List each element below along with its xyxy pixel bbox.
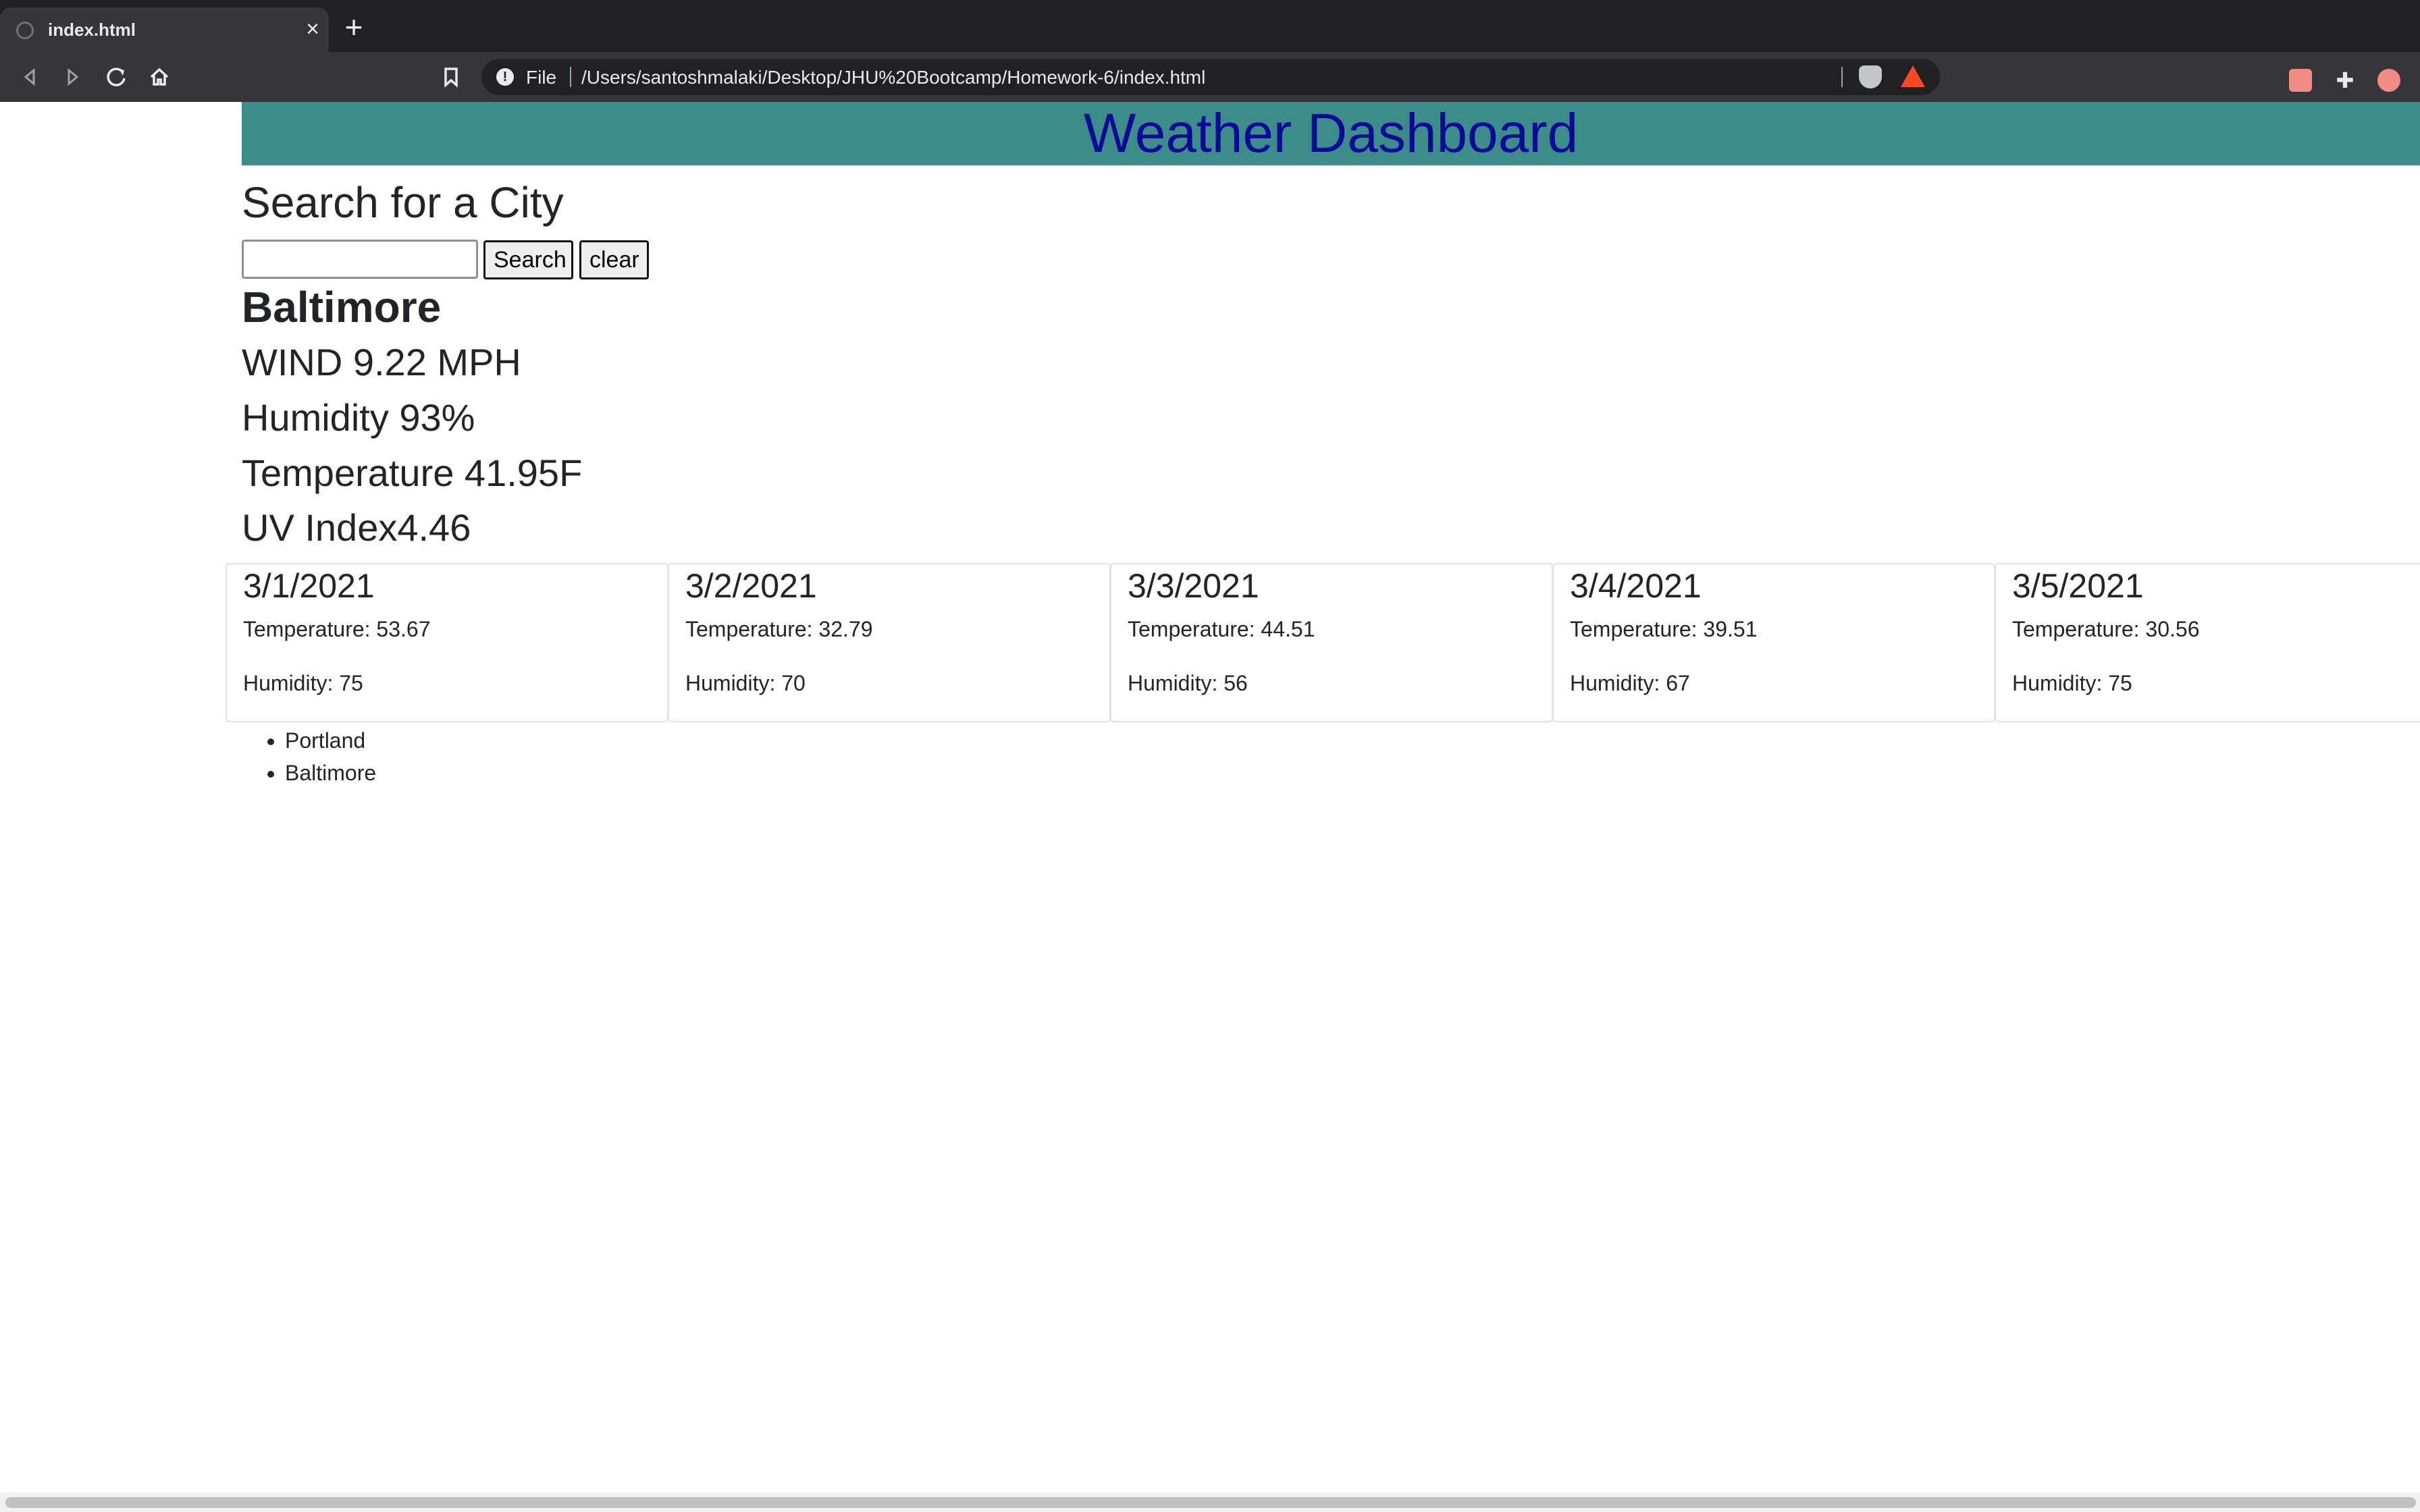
scrollbar-thumb[interactable] — [5, 1497, 2416, 1508]
current-wind: WIND 9.22 MPH — [242, 341, 521, 383]
forecast-date: 3/5/2021 — [2012, 567, 2144, 605]
globe-icon — [16, 22, 34, 39]
forecast-humidity: Humidity: 67 — [1570, 671, 1690, 695]
brave-shield-icon[interactable] — [1859, 65, 1882, 88]
search-button[interactable]: Search — [483, 240, 573, 279]
current-city-name: Baltimore — [242, 283, 442, 331]
forecast-card: 3/1/2021 Temperature: 53.67 Humidity: 75 — [226, 563, 668, 722]
forecast-humidity: Humidity: 75 — [243, 671, 363, 695]
url-scheme-label: File — [526, 67, 557, 88]
new-tab-button[interactable]: + — [342, 11, 366, 43]
five-day-forecast: 3/1/2021 Temperature: 53.67 Humidity: 75… — [226, 563, 2420, 722]
brave-rewards-icon[interactable] — [1901, 65, 1925, 87]
city-search-input[interactable] — [242, 240, 478, 279]
browser-tab[interactable]: index.html × — [0, 7, 329, 52]
forecast-card: 3/3/2021 Temperature: 44.51 Humidity: 56 — [1110, 563, 1553, 722]
info-icon[interactable]: ! — [496, 68, 514, 86]
forecast-temperature: Temperature: 30.56 — [2012, 617, 2200, 641]
url-text[interactable]: /Users/santoshmalaki/Desktop/JHU%20Bootc… — [581, 67, 1205, 88]
clear-button[interactable]: clear — [579, 240, 649, 279]
current-temperature: Temperature 41.95F — [242, 452, 583, 494]
horizontal-scrollbar[interactable] — [0, 1492, 2420, 1512]
browser-toolbar: ! File /Users/santoshmalaki/Desktop/JHU%… — [0, 52, 2420, 102]
forward-arrow-icon[interactable] — [58, 62, 88, 92]
reload-icon[interactable] — [101, 62, 131, 92]
forecast-card: 3/5/2021 Temperature: 30.56 Humidity: 75 — [1995, 563, 2420, 722]
forecast-temperature: Temperature: 32.79 — [685, 617, 873, 641]
forecast-date: 3/2/2021 — [685, 567, 817, 605]
page-title: Weather Dashboard — [1083, 103, 1579, 164]
search-heading: Search for a City — [242, 178, 564, 227]
profile-avatar[interactable] — [2377, 69, 2400, 92]
forecast-date: 3/3/2021 — [1128, 567, 1259, 605]
browser-tab-strip: index.html × + — [0, 0, 2420, 52]
extensions-puzzle-icon[interactable]: ✚ — [2334, 69, 2357, 92]
back-arrow-icon[interactable] — [15, 62, 45, 92]
address-bar-divider — [1841, 67, 1843, 87]
bookmark-icon[interactable] — [436, 62, 466, 92]
forecast-humidity: Humidity: 56 — [1128, 671, 1248, 695]
tab-title: index.html — [48, 20, 136, 40]
current-humidity: Humidity 93% — [242, 396, 475, 439]
dashboard-header: Weather Dashboard — [242, 102, 2420, 165]
url-separator — [570, 67, 571, 87]
history-item[interactable]: Baltimore — [285, 757, 376, 789]
forecast-date: 3/4/2021 — [1570, 567, 1702, 605]
page-viewport: Weather Dashboard Search for a City Sear… — [0, 102, 2420, 1492]
forecast-card: 3/2/2021 Temperature: 32.79 Humidity: 70 — [668, 563, 1111, 722]
forecast-humidity: Humidity: 70 — [685, 671, 806, 695]
forecast-date: 3/1/2021 — [243, 567, 375, 605]
address-bar[interactable]: ! File /Users/santoshmalaki/Desktop/JHU%… — [481, 59, 1940, 95]
search-history-list: Portland Baltimore — [285, 724, 376, 789]
tab-close-icon[interactable]: × — [302, 17, 323, 41]
forecast-temperature: Temperature: 39.51 — [1570, 617, 1758, 641]
forecast-card: 3/4/2021 Temperature: 39.51 Humidity: 67 — [1552, 563, 1995, 722]
home-icon[interactable] — [144, 62, 174, 92]
forecast-humidity: Humidity: 75 — [2012, 671, 2132, 695]
history-item[interactable]: Portland — [285, 724, 376, 757]
current-uv-index: UV Index4.46 — [242, 506, 471, 549]
extension-record-icon[interactable] — [2289, 69, 2312, 92]
forecast-temperature: Temperature: 44.51 — [1128, 617, 1315, 641]
forecast-temperature: Temperature: 53.67 — [243, 617, 431, 641]
